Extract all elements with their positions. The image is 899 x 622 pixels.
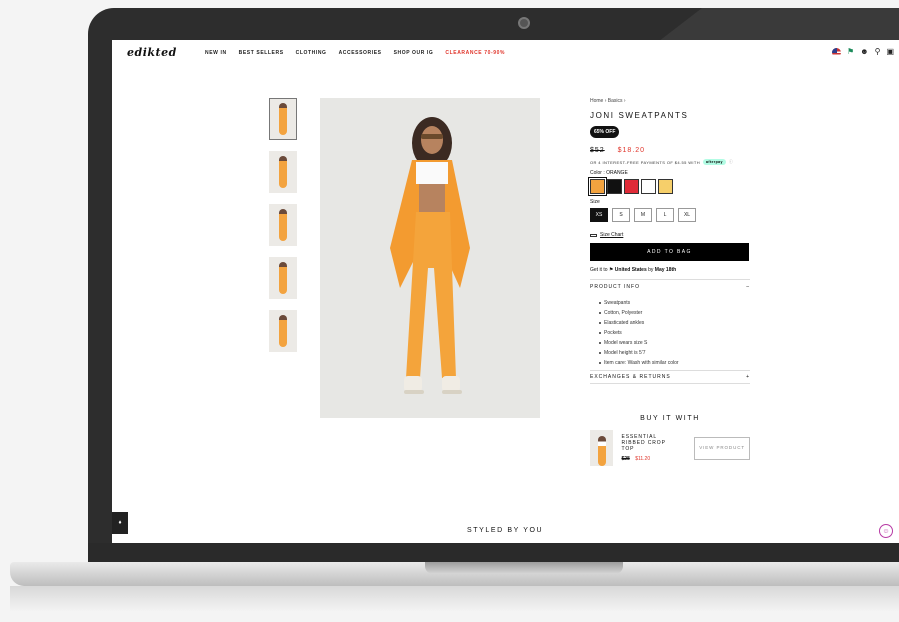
bag-icon[interactable]: ▣ <box>886 47 894 57</box>
laptop-notch <box>425 562 623 574</box>
afterpay-text: OR 4 INTEREST-FREE PAYMENTS OF $4.55 WIT… <box>590 159 701 165</box>
buy-item-name[interactable]: ESSENTIAL RIBBED CROP TOP <box>621 434 672 452</box>
menu-item-new-in[interactable]: NEW IN <box>205 50 227 56</box>
thumbnail-image <box>279 103 287 135</box>
exchanges-returns-header[interactable]: EXCHANGES & RETURNS + <box>590 370 750 384</box>
swatch-yellow[interactable] <box>658 179 673 194</box>
menu-item-best-sellers[interactable]: BEST SELLERS <box>239 50 284 56</box>
webcam-icon <box>518 17 530 29</box>
main-menu: NEW IN BEST SELLERS CLOTHING ACCESSORIES… <box>205 50 505 56</box>
add-to-bag-button[interactable]: ADD TO BAG <box>590 243 749 261</box>
laptop-mockup: edikted NEW IN BEST SELLERS CLOTHING ACC… <box>0 0 899 622</box>
menu-item-clearance[interactable]: CLEARANCE 70-90% <box>445 50 505 56</box>
color-label: Color : ORANGE <box>590 170 628 176</box>
size-xs[interactable]: XS <box>590 208 608 222</box>
size-label: Size <box>590 199 600 205</box>
ruler-icon <box>590 233 597 237</box>
afterpay-logo[interactable]: afterpay <box>703 159 726 165</box>
list-item: Model wears size S <box>599 340 750 346</box>
browser-screen: edikted NEW IN BEST SELLERS CLOTHING ACC… <box>112 40 899 543</box>
thumbnail-image <box>279 315 287 347</box>
product-info-label: PRODUCT INFO <box>590 284 640 290</box>
laptop-shadow <box>10 586 899 612</box>
buy-it-with-title: BUY IT WITH <box>640 415 700 422</box>
thumbnail-1[interactable] <box>269 98 297 140</box>
shipping-estimate: Get it to ⚑ United States by May 18th <box>590 267 750 273</box>
model-photo <box>390 117 470 394</box>
main-product-image[interactable] <box>320 98 540 418</box>
size-chart-link[interactable]: Size Chart <box>590 232 750 238</box>
exchanges-label: EXCHANGES & RETURNS <box>590 374 671 380</box>
menu-item-clothing[interactable]: CLOTHING <box>296 50 327 56</box>
info-icon[interactable]: ⓘ <box>729 159 733 165</box>
ship-by: by <box>648 267 654 273</box>
expand-icon: + <box>746 374 750 380</box>
size-chart-label: Size Chart <box>600 232 624 238</box>
thumbnail-strip <box>269 98 297 363</box>
product-info-header[interactable]: PRODUCT INFO – <box>590 279 750 290</box>
swatch-white[interactable] <box>641 179 656 194</box>
ship-country: United States <box>614 267 647 273</box>
original-price: $52 <box>590 147 605 154</box>
price-row: $52 $18.20 <box>590 147 750 154</box>
search-icon[interactable]: ⚲ <box>875 47 881 57</box>
swatch-red[interactable] <box>624 179 639 194</box>
list-item: Cotton, Polyester <box>599 310 750 316</box>
thumbnail-image <box>279 262 287 294</box>
header-icons: ⚑ ☻ ⚲ ▣ <box>831 47 894 57</box>
notification-bell-icon[interactable]: ♦ <box>112 512 128 534</box>
product-title: JONI SWEATPANTS <box>590 111 689 120</box>
size-s[interactable]: S <box>612 208 630 222</box>
brand-logo[interactable]: edikted <box>127 46 177 59</box>
rewards-icon[interactable]: ⚑ <box>847 47 854 57</box>
menu-item-shop-our-ig[interactable]: SHOP OUR IG <box>394 50 434 56</box>
buy-it-with-item: ESSENTIAL RIBBED CROP TOP $28 $11.20 VIE… <box>590 430 750 466</box>
product-details: Home › Basics › JONI SWEATPANTS 65% OFF … <box>588 98 750 466</box>
thumbnail-5[interactable] <box>269 310 297 352</box>
buy-it-with-text: ESSENTIAL RIBBED CROP TOP $28 $11.20 <box>621 434 672 462</box>
accessibility-icon[interactable]: ☺ <box>879 524 893 538</box>
styled-by-you-heading: STYLED BY YOU <box>467 527 544 534</box>
swatch-black[interactable] <box>607 179 622 194</box>
list-item: Sweatpants <box>599 300 750 306</box>
collapse-icon: – <box>746 284 750 290</box>
sale-price: $18.20 <box>617 147 646 154</box>
us-flag-icon: ⚑ <box>608 267 614 273</box>
buy-item-new-price: $11.20 <box>635 456 651 462</box>
site-header: edikted NEW IN BEST SELLERS CLOTHING ACC… <box>112 40 899 66</box>
breadcrumb[interactable]: Home › Basics › <box>590 98 750 104</box>
thumbnail-4[interactable] <box>269 257 297 299</box>
ship-prefix: Get it to <box>590 267 608 273</box>
thumbnail-3[interactable] <box>269 204 297 246</box>
buy-item-old-price: $28 <box>621 456 630 462</box>
list-item: Model height is 5'7 <box>599 350 750 356</box>
thumbnail-2[interactable] <box>269 151 297 193</box>
size-l[interactable]: L <box>656 208 674 222</box>
size-options: XS S M L XL <box>590 208 750 222</box>
size-m[interactable]: M <box>634 208 652 222</box>
menu-item-accessories[interactable]: ACCESSORIES <box>339 50 382 56</box>
crop-top-image[interactable] <box>590 430 614 466</box>
account-icon[interactable]: ☻ <box>860 47 868 57</box>
thumbnail-image <box>279 209 287 241</box>
color-swatches <box>588 177 750 196</box>
swatch-orange[interactable] <box>588 177 607 196</box>
ship-date: May 18th <box>654 267 677 273</box>
thumbnail-image <box>279 156 287 188</box>
size-xl[interactable]: XL <box>678 208 696 222</box>
discount-badge: 65% OFF <box>590 126 620 138</box>
product-details-list: Sweatpants Cotton, Polyester Elasticated… <box>590 300 750 366</box>
list-item: Item care: Wash with similar color <box>599 360 750 366</box>
view-product-button[interactable]: VIEW PRODUCT <box>694 436 750 460</box>
afterpay-row: OR 4 INTEREST-FREE PAYMENTS OF $4.55 WIT… <box>590 159 750 165</box>
list-item: Elasticated ankles <box>599 320 750 326</box>
buy-item-price: $28 $11.20 <box>621 456 672 462</box>
product-figure <box>597 436 606 466</box>
list-item: Pockets <box>599 330 750 336</box>
us-flag-icon[interactable] <box>831 47 841 57</box>
